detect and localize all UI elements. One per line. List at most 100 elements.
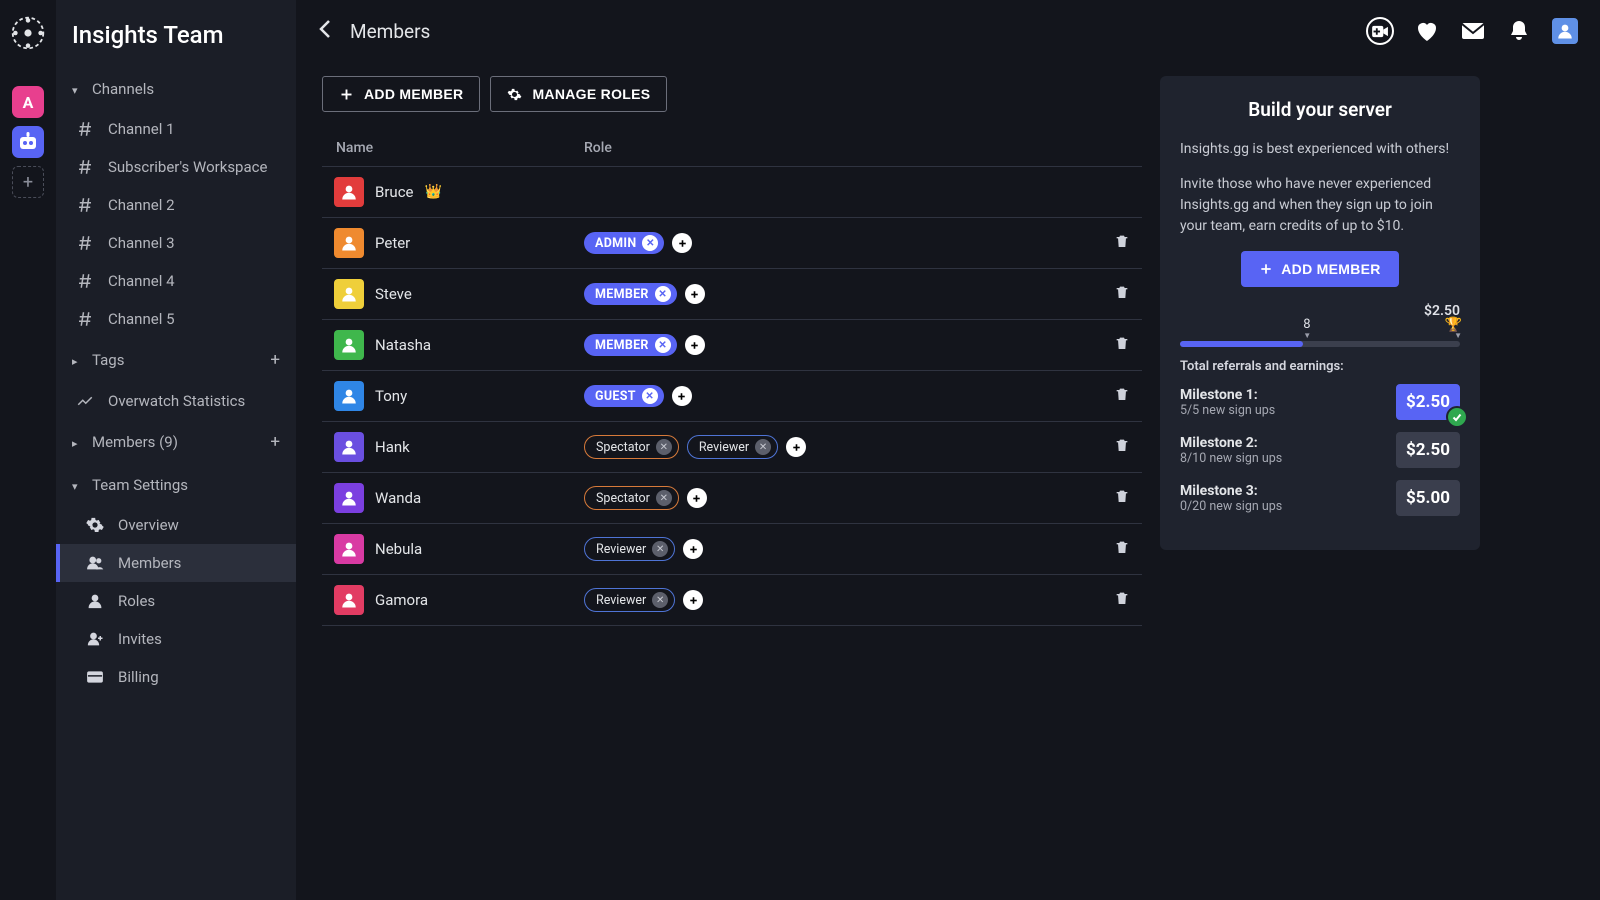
manage-roles-button[interactable]: MANAGE ROLES: [490, 76, 667, 112]
person-icon: [340, 183, 358, 201]
delete-member-button[interactable]: [1114, 286, 1130, 305]
sidebar-channel-item[interactable]: Channel 2: [56, 186, 296, 224]
person-icon: [340, 336, 358, 354]
member-name: Peter: [375, 234, 410, 252]
member-name: Nebula: [375, 540, 422, 558]
member-name: Natasha: [375, 336, 431, 354]
remove-role-button[interactable]: ✕: [652, 541, 668, 557]
sidebar-settings-roles[interactable]: Roles: [56, 582, 296, 620]
role-pill: MEMBER ✕: [584, 283, 677, 305]
sidebar-channel-item[interactable]: Channel 3: [56, 224, 296, 262]
remove-role-button[interactable]: ✕: [656, 490, 672, 506]
delete-member-button[interactable]: [1114, 592, 1130, 611]
sidebar-settings-overview[interactable]: Overview: [56, 506, 296, 544]
table-header: Name Role: [322, 130, 1142, 167]
milestone-reward: $2.50: [1396, 384, 1460, 420]
server-badge-bot[interactable]: [12, 126, 44, 158]
milestone-sub: 8/10 new sign ups: [1180, 451, 1282, 466]
channel-label: Subscriber's Workspace: [108, 158, 267, 176]
member-row: Bruce 👑: [322, 167, 1142, 218]
plus-icon: [687, 543, 700, 556]
add-tag-button[interactable]: +: [270, 350, 280, 370]
member-avatar: [334, 432, 364, 462]
owner-crown-icon: 👑: [425, 184, 442, 200]
remove-role-button[interactable]: ✕: [655, 337, 671, 353]
billing-icon: [86, 668, 104, 686]
server-badge-a[interactable]: A: [12, 86, 44, 118]
check-icon: [1446, 406, 1468, 428]
sidebar-channel-item[interactable]: Channel 5: [56, 300, 296, 338]
logo-row: [10, 15, 46, 75]
trash-icon: [1114, 538, 1130, 556]
member-name: Wanda: [375, 489, 421, 507]
remove-role-button[interactable]: ✕: [755, 439, 771, 455]
server-rail: A +: [0, 0, 56, 900]
add-member-button[interactable]: ADD MEMBER: [322, 76, 480, 112]
delete-member-button[interactable]: [1114, 337, 1130, 356]
trash-icon: [1114, 436, 1130, 454]
sidebar-channel-item[interactable]: Channel 4: [56, 262, 296, 300]
sidebar-section-team-settings[interactable]: ▾ Team Settings: [56, 464, 296, 506]
overview-icon: [86, 516, 104, 534]
add-member-sidebar-button[interactable]: +: [270, 432, 280, 452]
channel-label: Channel 1: [108, 120, 175, 138]
channels-label: Channels: [92, 80, 154, 98]
delete-member-button[interactable]: [1114, 490, 1130, 509]
sidebar-channel-item[interactable]: Subscriber's Workspace: [56, 148, 296, 186]
server-add-button[interactable]: +: [12, 166, 44, 198]
member-name: Bruce: [375, 183, 414, 201]
chevron-down-icon: ▾: [72, 480, 84, 493]
sidebar-channel-item[interactable]: Channel 1: [56, 110, 296, 148]
add-role-button[interactable]: [687, 488, 707, 508]
delete-member-button[interactable]: [1114, 235, 1130, 254]
sidebar-settings-invites[interactable]: Invites: [56, 620, 296, 658]
member-name: Hank: [375, 438, 410, 456]
chart-icon: [76, 392, 94, 410]
sidebar-section-members[interactable]: ▸Members (9) +: [56, 420, 296, 464]
add-role-button[interactable]: [685, 335, 705, 355]
role-label: MEMBER: [595, 287, 649, 302]
milestone-row: Milestone 1:5/5 new sign ups $2.50: [1180, 384, 1460, 420]
members-table: Name Role Bruce 👑 Peter ADMIN✕ Steve MEM…: [322, 130, 1142, 626]
add-role-button[interactable]: [683, 539, 703, 559]
add-role-button[interactable]: [672, 233, 692, 253]
sidebar-item-stats[interactable]: Overwatch Statistics: [56, 382, 296, 420]
member-row: Nebula Reviewer✕: [322, 524, 1142, 575]
team-settings-label: Team Settings: [92, 476, 188, 494]
add-role-button[interactable]: [683, 590, 703, 610]
progress-scale: $2.50 8 🏆 ▼ ▼: [1180, 303, 1460, 351]
remove-role-button[interactable]: ✕: [655, 286, 671, 302]
chevron-right-icon: ▸: [72, 355, 84, 368]
delete-member-button[interactable]: [1114, 388, 1130, 407]
delete-member-button[interactable]: [1114, 439, 1130, 458]
role-pill: Reviewer✕: [584, 537, 675, 561]
role-label: Spectator: [596, 440, 650, 455]
role-label: Reviewer: [699, 440, 749, 455]
sidebar-section-tags[interactable]: ▸Tags +: [56, 338, 296, 382]
add-role-button[interactable]: [786, 437, 806, 457]
delete-member-button[interactable]: [1114, 541, 1130, 560]
member-avatar: [334, 279, 364, 309]
plus-icon: [688, 339, 701, 352]
add-role-button[interactable]: [685, 284, 705, 304]
remove-role-button[interactable]: ✕: [642, 235, 658, 251]
promo-add-member-button[interactable]: ADD MEMBER: [1241, 251, 1398, 287]
milestone-row: Milestone 3:0/20 new sign ups $5.00: [1180, 480, 1460, 516]
progress-fill: [1180, 341, 1303, 347]
add-role-button[interactable]: [672, 386, 692, 406]
sidebar-settings-billing[interactable]: Billing: [56, 658, 296, 696]
trash-icon: [1114, 487, 1130, 505]
server-badge-a-label: A: [23, 93, 34, 112]
remove-role-button[interactable]: ✕: [652, 592, 668, 608]
mid-tick-label: 8: [1303, 317, 1310, 332]
sidebar-settings-members[interactable]: Members: [56, 544, 296, 582]
remove-role-button[interactable]: ✕: [656, 439, 672, 455]
role-pill: Reviewer ✕: [687, 435, 778, 459]
member-row: Tony GUEST✕: [322, 371, 1142, 422]
role-label: MEMBER: [595, 338, 649, 353]
person-icon: [340, 387, 358, 405]
sidebar-section-channels[interactable]: ▾Channels: [56, 68, 296, 110]
remove-role-button[interactable]: ✕: [642, 388, 658, 404]
roles-icon: [86, 592, 104, 610]
settings-item-label: Roles: [118, 592, 155, 610]
